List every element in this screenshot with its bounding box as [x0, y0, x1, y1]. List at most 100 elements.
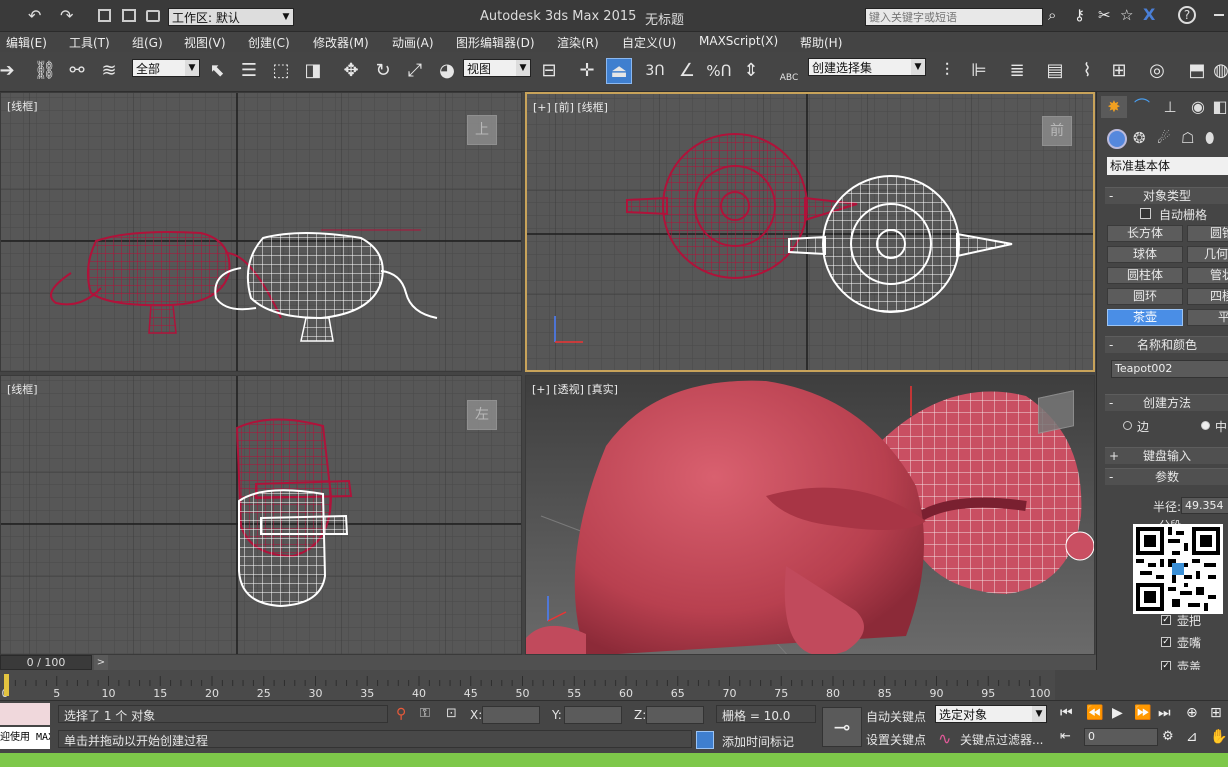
viewcube-left[interactable]: 左	[467, 400, 497, 430]
object-btn-sphere[interactable]: 球体	[1107, 246, 1183, 263]
rect-selection-icon[interactable]: ⬚	[268, 58, 294, 84]
menu-customize[interactable]: 自定义(U)	[622, 34, 676, 51]
menu-edit[interactable]: 编辑(E)	[6, 34, 47, 51]
viewport-left[interactable]: [线框] 左	[0, 375, 522, 655]
display-tab-icon[interactable]: ◧	[1211, 96, 1228, 118]
render-setup-icon[interactable]: ⬒	[1184, 58, 1210, 84]
open-file-icon[interactable]	[122, 9, 136, 22]
curve-editor-icon[interactable]: ⌇	[1074, 58, 1100, 84]
pan-icon[interactable]: ✋	[1210, 729, 1227, 745]
time-ruler[interactable]: 0510152025303540455055606570758085909510…	[0, 670, 1055, 700]
save-file-icon[interactable]	[146, 10, 160, 22]
minimize-icon[interactable]	[1214, 14, 1224, 16]
parts-checkbox-spout[interactable]: ✓	[1161, 637, 1171, 647]
modify-tab-icon[interactable]: ⌒	[1129, 96, 1155, 118]
object-btn-torus[interactable]: 圆环	[1107, 288, 1183, 305]
menu-maxscript[interactable]: MAXScript(X)	[699, 34, 778, 48]
bind-space-warp-icon[interactable]: ≋	[96, 58, 122, 84]
spinner-snap-icon[interactable]: ⇕	[738, 58, 764, 84]
scale-icon[interactable]: ⤢	[402, 58, 428, 84]
object-name-field[interactable]: Teapot002	[1111, 360, 1228, 378]
window-crossing-icon[interactable]: ◨	[300, 58, 326, 84]
viewcube-persp[interactable]	[1038, 390, 1074, 434]
angle-snap-icon[interactable]: ∠	[674, 58, 700, 84]
viewport-front-label[interactable]: [+] [前] [线框]	[533, 99, 608, 115]
lock-selection-icon[interactable]: ⚿	[420, 706, 430, 721]
object-btn-pyramid[interactable]: 四棱	[1187, 288, 1228, 305]
edit-named-selection-icon[interactable]: ABC	[776, 58, 802, 84]
menu-create[interactable]: 创建(C)	[248, 34, 290, 51]
shapes-icon[interactable]: ❂	[1133, 129, 1146, 147]
render-icon[interactable]: ◍	[1208, 58, 1228, 84]
lights-icon[interactable]: ☄	[1157, 129, 1170, 147]
placement-icon[interactable]: ◕	[434, 58, 460, 84]
key-mode-toggle-icon[interactable]: ⇤	[1060, 729, 1071, 744]
search-input[interactable]	[865, 8, 1043, 26]
key-filters-button[interactable]: 关键点过滤器...	[960, 731, 1043, 748]
menu-group[interactable]: 组(G)	[132, 34, 163, 51]
layer-manager-icon[interactable]: ≣	[1004, 58, 1030, 84]
scene-explorer-icon[interactable]: ▤	[1042, 58, 1068, 84]
align-icon[interactable]: ⊫	[966, 58, 992, 84]
exchange-icon[interactable]: X	[1143, 5, 1155, 24]
tools-icon[interactable]: ✂	[1098, 6, 1111, 24]
rollout-name-color[interactable]: - 名称和颜色	[1105, 336, 1228, 353]
viewport-left-label[interactable]: [线框]	[7, 381, 38, 397]
workspace-dropdown[interactable]: 工作区: 默认 ▼	[168, 8, 294, 26]
teapot-shaded-selected[interactable]	[526, 380, 926, 655]
maxscript-listener-pink[interactable]	[0, 703, 50, 725]
motion-tab-icon[interactable]: ◉	[1185, 96, 1211, 118]
parts-checkbox-handle[interactable]: ✓	[1161, 615, 1171, 625]
rollout-parameters[interactable]: - 参数	[1105, 468, 1228, 485]
add-time-tag-text[interactable]: 添加时间标记	[722, 733, 794, 750]
time-slider-track[interactable]: 0 / 100 >	[0, 655, 1096, 670]
help-icon[interactable]: ?	[1178, 6, 1196, 24]
time-slider-thumb[interactable]: 0 / 100	[0, 655, 92, 670]
menu-rendering[interactable]: 渲染(R)	[557, 34, 599, 51]
menu-graph-editors[interactable]: 图形编辑器(D)	[456, 34, 535, 51]
object-btn-tube[interactable]: 管状	[1187, 267, 1228, 284]
move-icon[interactable]: ✥	[338, 58, 364, 84]
key-icon[interactable]: ⚷	[1074, 6, 1085, 24]
helpers-icon[interactable]: ⬮	[1205, 129, 1214, 147]
viewport-top[interactable]: [线框] 上	[0, 92, 522, 372]
percent-snap-icon[interactable]: %ᑎ	[706, 58, 732, 84]
object-btn-plane[interactable]: 平面	[1187, 309, 1228, 326]
menu-help[interactable]: 帮助(H)	[800, 34, 842, 51]
undo-icon[interactable]: ↶	[28, 6, 41, 25]
redo-icon[interactable]: ↷	[60, 6, 73, 25]
create-tab-sun-icon[interactable]: ✸	[1101, 96, 1127, 118]
goto-start-icon[interactable]: ⏮	[1060, 705, 1073, 721]
viewport-front[interactable]: [+] [前] [线框] 前	[525, 92, 1095, 372]
selection-filter-dropdown[interactable]: 全部 ▼	[132, 59, 200, 77]
viewcube-front[interactable]: 前	[1042, 116, 1072, 146]
rollout-object-type[interactable]: - 对象类型	[1105, 187, 1228, 204]
object-btn-teapot[interactable]: 茶壶	[1107, 309, 1183, 326]
cameras-icon[interactable]: ☖	[1181, 129, 1194, 147]
link-icon[interactable]: ⛓	[32, 58, 58, 84]
goto-end-icon[interactable]: ⏭	[1158, 705, 1171, 721]
current-frame-field[interactable]: 0	[1084, 728, 1158, 746]
auto-key-button[interactable]: 自动关键点	[866, 708, 926, 725]
prev-frame-icon[interactable]: ⏪	[1086, 705, 1103, 721]
zoom-all-icon[interactable]: ⊞	[1210, 705, 1222, 721]
geometry-icon[interactable]	[1107, 129, 1127, 149]
play-icon[interactable]: ▶	[1112, 705, 1123, 721]
key-filters-curve-icon[interactable]: ∿	[938, 729, 951, 748]
next-frame-icon[interactable]: ⏩	[1134, 705, 1151, 721]
radio-edge[interactable]	[1123, 421, 1132, 430]
material-editor-icon[interactable]: ◎	[1144, 58, 1170, 84]
hierarchy-tab-icon[interactable]: ⊥	[1157, 96, 1183, 118]
viewport-perspective[interactable]: [+] [透视] [真实]	[525, 375, 1095, 655]
select-manipulate-icon[interactable]: ✛	[574, 58, 600, 84]
category-dropdown[interactable]: 标准基本体	[1107, 157, 1228, 175]
select-object-icon[interactable]: ⬉	[204, 58, 230, 84]
z-coord-field[interactable]	[646, 706, 704, 724]
field-of-view-icon[interactable]: ⊿	[1186, 729, 1198, 745]
isolate-icon[interactable]: ⚲	[396, 706, 406, 722]
object-btn-box[interactable]: 长方体	[1107, 225, 1183, 242]
autogrid-checkbox[interactable]	[1140, 208, 1151, 219]
object-btn-geosphere[interactable]: 几何	[1187, 246, 1228, 263]
snaps-toggle-icon[interactable]: 3ᑎ	[642, 58, 668, 84]
binoculars-icon[interactable]: ⌕	[1048, 6, 1056, 24]
